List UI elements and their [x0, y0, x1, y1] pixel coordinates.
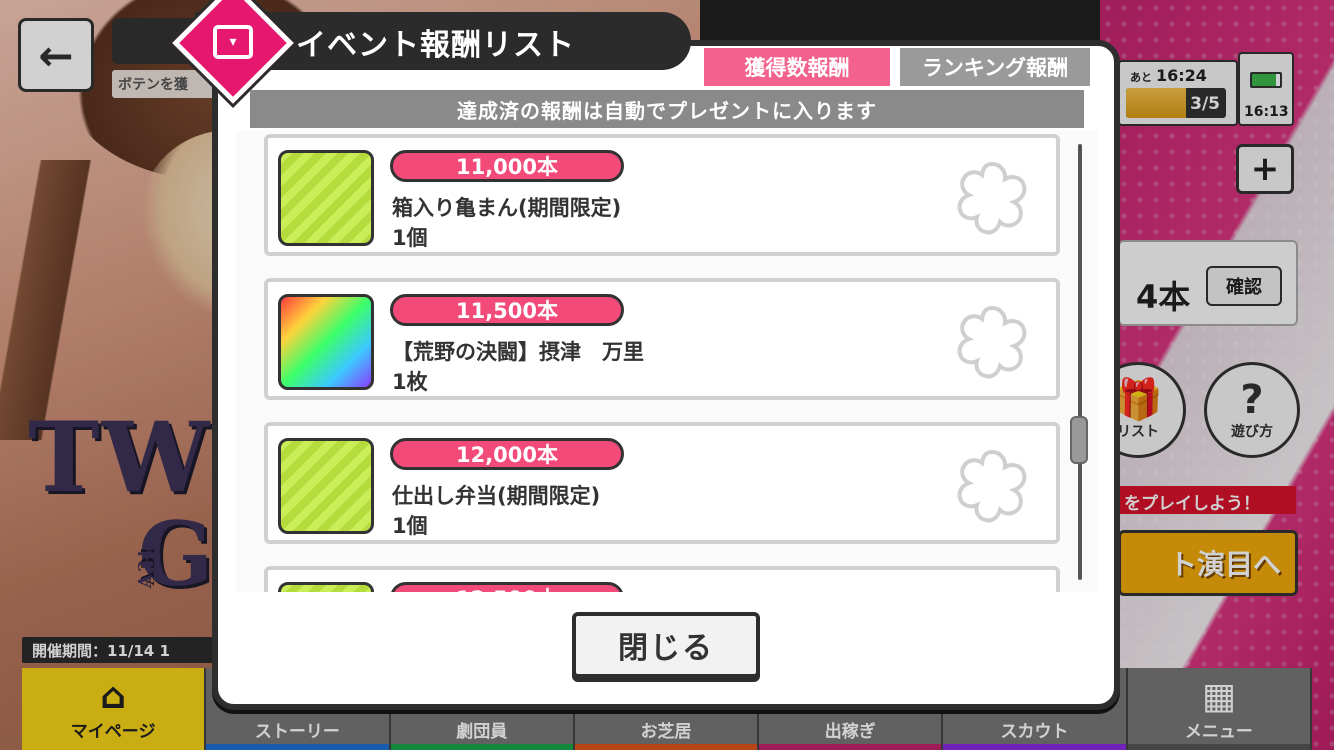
character-card-icon	[278, 294, 374, 390]
reward-quantity: 1個	[392, 226, 428, 250]
reward-requirement: 11,500本	[390, 294, 624, 326]
reward-requirement: 12,000本	[390, 438, 624, 470]
unachieved-flower-icon	[952, 446, 1032, 526]
reward-name: 【荒野の決闘】摂津 万里	[392, 340, 644, 364]
tab-ranking-rewards[interactable]: ランキング報酬	[900, 48, 1090, 86]
treasure-chest-icon: ▾	[213, 25, 253, 59]
reward-name: 箱入り亀まん(期間限定)	[392, 196, 622, 220]
scrollbar-thumb[interactable]	[1070, 416, 1088, 464]
close-button[interactable]: 閉じる	[572, 612, 760, 678]
reward-requirement: 11,000本	[390, 150, 624, 182]
unachieved-flower-icon	[952, 158, 1032, 238]
unachieved-flower-icon	[952, 590, 1032, 592]
dialog-title: イベント報酬リスト	[296, 28, 575, 63]
bento-box-icon	[278, 438, 374, 534]
auto-present-notice: 達成済の報酬は自動でプレゼントに入ります	[250, 90, 1084, 128]
reward-list[interactable]: 11,000本箱入り亀まん(期間限定) 1個 11,500本【荒野の決闘】摂津 万里…	[236, 130, 1098, 592]
item-icon	[278, 582, 374, 592]
game-screen: TWE GU A3! 開催期間：11/14 1 ← ボテンを獲 あと16:24 …	[0, 0, 1334, 750]
reward-row: 12,000本仕出し弁当(期間限定) 1個	[264, 422, 1060, 544]
reward-name: 仕出し弁当(期間限定)	[392, 484, 601, 508]
scrollbar-track[interactable]	[1078, 144, 1082, 580]
reward-row: 11,000本箱入り亀まん(期間限定) 1個	[264, 134, 1060, 256]
reward-row: 11,500本【荒野の決闘】摂津 万里 1枚	[264, 278, 1060, 400]
boxed-manju-icon	[278, 150, 374, 246]
reward-quantity: 1個	[392, 514, 428, 538]
reward-quantity: 1枚	[392, 370, 428, 394]
reward-requirement: 12,500本	[390, 582, 624, 592]
tab-achievement-rewards[interactable]: 獲得数報酬	[704, 48, 890, 86]
unachieved-flower-icon	[952, 302, 1032, 382]
reward-row: 12,500本	[264, 566, 1060, 592]
